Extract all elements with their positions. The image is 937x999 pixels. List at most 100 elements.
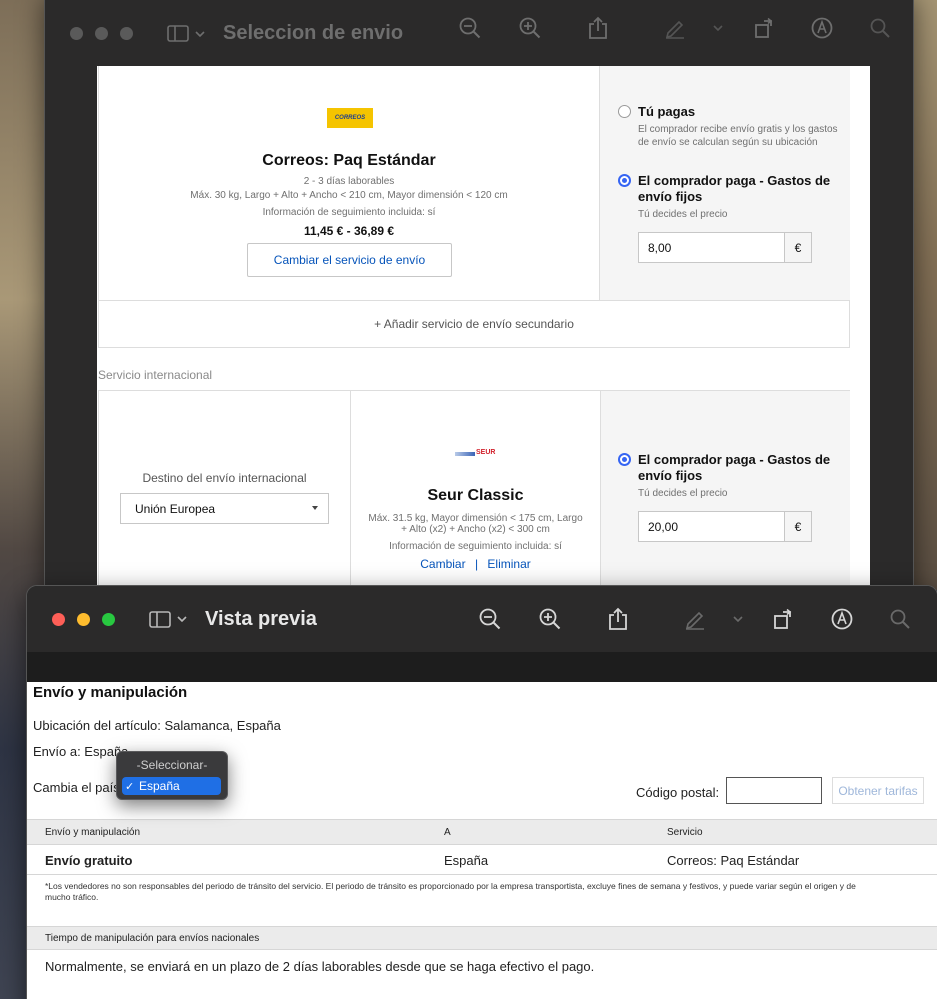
window-title: Vista previa — [205, 607, 317, 630]
minimize-window-button[interactable] — [95, 27, 108, 40]
remove-intl-service-link[interactable]: Eliminar — [487, 557, 530, 571]
zoom-in-icon — [519, 17, 541, 38]
zoom-out-button[interactable] — [457, 15, 483, 41]
column-header: Envío y manipulación — [45, 827, 141, 838]
transit-footnote-line1: *Los vendedores no son responsables del … — [45, 881, 856, 891]
service-dimensions: Máx. 30 kg, Largo + Alto + Ancho < 210 c… — [190, 190, 508, 201]
share-button[interactable] — [605, 606, 631, 632]
seur-logo-text: SEUR — [476, 449, 496, 456]
sidebar-icon — [167, 25, 189, 42]
desktop-background-right — [911, 0, 937, 590]
dropdown-placeholder-option[interactable]: -Seleccionar- — [117, 758, 227, 772]
search-button[interactable] — [867, 15, 893, 41]
domestic-service-card: CORREOS Correos: Paq Estándar 2 - 3 días… — [98, 66, 850, 306]
you-pay-title: Tú pagas — [638, 104, 696, 119]
zoom-window-button[interactable] — [120, 27, 133, 40]
intl-buyer-pays-title-line2: envío fijos — [638, 468, 703, 483]
intl-buyer-pays-radio[interactable] — [618, 453, 631, 466]
table-cell-service: Correos: Paq Estándar — [667, 853, 800, 868]
buyer-pays-title-line2: envío fijos — [638, 189, 703, 204]
pencil-icon — [685, 611, 704, 630]
destination-select[interactable]: Unión Europea — [120, 493, 329, 524]
buyer-pays-note: Tú decides el precio — [638, 209, 728, 220]
shipping-table-header: Envío y manipulación A Servicio — [27, 819, 937, 845]
currency-label: € — [784, 233, 811, 262]
international-section-label: Servicio internacional — [98, 368, 213, 382]
international-service-info: SEUR Seur Classic Máx. 31.5 kg, Mayor di… — [350, 391, 600, 597]
search-button[interactable] — [887, 606, 913, 632]
share-button[interactable] — [585, 15, 611, 41]
sidebar-toggle-button[interactable] — [167, 25, 205, 42]
item-location: Ubicación del artículo: Salamanca, Españ… — [33, 718, 281, 733]
shipping-page: CORREOS Correos: Paq Estándar 2 - 3 días… — [97, 66, 870, 597]
close-window-button[interactable] — [52, 612, 65, 626]
domestic-price-field[interactable]: 8,00 € — [638, 232, 812, 263]
sidebar-icon — [149, 610, 171, 628]
markup-menu-button[interactable] — [725, 606, 751, 632]
get-rates-button[interactable]: Obtener tarifas — [832, 777, 924, 804]
sidebar-toggle-button[interactable] — [149, 610, 187, 628]
handling-time-header: Tiempo de manipulación para envíos nacio… — [27, 926, 937, 950]
table-row: Envío gratuito España Correos: Paq Están… — [27, 845, 937, 875]
annotate-icon — [831, 608, 853, 630]
table-cell-cost: Envío gratuito — [45, 853, 133, 868]
handling-header-label: Tiempo de manipulación para envíos nacio… — [45, 933, 260, 944]
destination-column: Destino del envío internacional Unión Eu… — [99, 391, 350, 597]
zoom-window-button[interactable] — [102, 612, 115, 626]
intl-service-tracking: Información de seguimiento incluida: sí — [389, 541, 562, 552]
chevron-down-icon — [177, 616, 187, 622]
zoom-in-button[interactable] — [517, 15, 543, 41]
intl-price-field[interactable]: 20,00 € — [638, 511, 812, 542]
intl-buyer-pays-note: Tú decides el precio — [638, 488, 728, 499]
buyer-pays-radio[interactable] — [618, 174, 631, 187]
ship-to: Envío a: España — [33, 744, 129, 759]
table-cell-destination: España — [444, 853, 489, 868]
search-icon — [890, 609, 910, 629]
buyer-pays-title-line1: El comprador paga - Gastos de — [638, 173, 831, 188]
rotate-button[interactable] — [771, 606, 797, 632]
domestic-payment-panel: Tú pagas El comprador recibe envío grati… — [599, 66, 850, 305]
pencil-icon — [665, 20, 684, 39]
dropdown-option-spain[interactable]: ✓ España — [122, 777, 221, 795]
titlebar: Seleccion de envio — [45, 0, 913, 66]
you-pay-radio[interactable] — [618, 105, 631, 118]
intl-service-actions: Cambiar | Eliminar — [351, 557, 600, 571]
markup-button[interactable] — [682, 606, 708, 632]
destination-value: Unión Europea — [135, 501, 216, 516]
preview-page: Envío y manipulación Ubicación del artíc… — [27, 682, 937, 999]
domestic-price-value[interactable]: 8,00 — [639, 233, 784, 262]
rotate-icon — [755, 17, 773, 38]
transit-footnote-line2: mucho tráfico. — [45, 892, 99, 902]
column-header: Servicio — [667, 827, 703, 838]
zoom-in-icon — [539, 608, 561, 630]
checkmark-icon: ✓ — [125, 780, 135, 793]
intl-price-value[interactable]: 20,00 — [639, 512, 784, 541]
annotate-icon — [811, 17, 833, 38]
traffic-lights — [52, 612, 115, 626]
rotate-icon — [774, 608, 792, 629]
add-secondary-service-label: + Añadir servicio de envío secundario — [374, 317, 574, 331]
rotate-button[interactable] — [752, 15, 778, 41]
caret-down-icon — [312, 506, 318, 510]
service-tracking: Información de seguimiento incluida: sí — [262, 207, 436, 218]
column-header: A — [444, 827, 451, 838]
intl-payment-panel: El comprador paga - Gastos de envío fijo… — [600, 391, 850, 597]
zoom-in-button[interactable] — [537, 606, 563, 632]
markup-menu-button[interactable] — [705, 15, 731, 41]
seur-logo: SEUR — [455, 449, 497, 460]
service-name: Correos: Paq Estándar — [262, 152, 436, 169]
annotate-button[interactable] — [809, 15, 835, 41]
change-intl-service-link[interactable]: Cambiar — [420, 557, 465, 571]
annotate-button[interactable] — [829, 606, 855, 632]
close-window-button[interactable] — [70, 27, 83, 40]
change-shipping-service-button[interactable]: Cambiar el servicio de envío — [247, 243, 452, 277]
zoom-out-button[interactable] — [477, 606, 503, 632]
country-dropdown[interactable]: -Seleccionar- ✓ España — [116, 751, 228, 800]
dropdown-option-label: España — [139, 779, 180, 793]
add-secondary-service-button[interactable]: + Añadir servicio de envío secundario — [98, 300, 850, 348]
markup-button[interactable] — [662, 15, 688, 41]
handling-time-text: Normalmente, se enviará en un plazo de 2… — [45, 959, 595, 974]
postal-code-input[interactable] — [726, 777, 822, 804]
minimize-window-button[interactable] — [77, 612, 90, 626]
window-title: Seleccion de envio — [223, 22, 404, 44]
